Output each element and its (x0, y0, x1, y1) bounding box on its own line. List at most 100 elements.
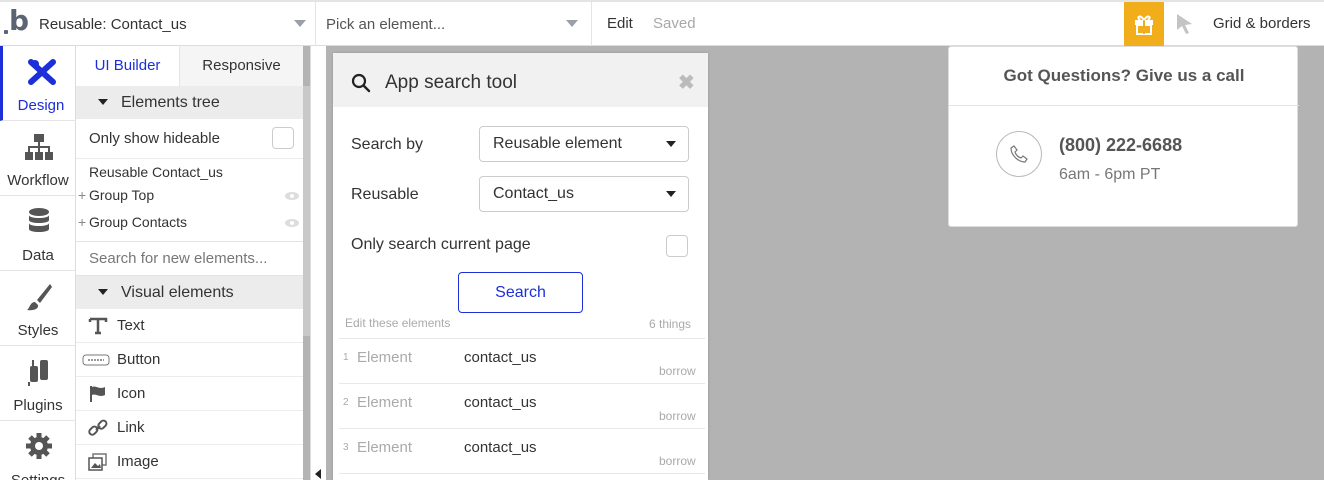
image-icon (88, 453, 107, 471)
tree-item-group-top[interactable]: Group Top (89, 187, 154, 203)
top-bar: b Reusable: Contact_us Pick an element..… (0, 0, 1324, 46)
search-tool-title: App search tool (385, 72, 518, 93)
database-icon (29, 208, 49, 232)
element-selector-value: Pick an element... (326, 15, 446, 33)
nav-styles-label: Styles (17, 322, 59, 339)
result-row[interactable]: 1 Element contact_us borrow (339, 338, 705, 383)
flag-icon (90, 386, 105, 402)
result-name[interactable]: contact_us (464, 439, 537, 456)
result-number: 1 (343, 352, 349, 363)
edit-menu[interactable]: Edit (607, 15, 633, 32)
eye-icon[interactable] (285, 192, 299, 200)
cursor-icon[interactable] (1174, 12, 1196, 36)
nav-workflow[interactable]: Workflow (0, 121, 76, 196)
result-type: Element (357, 394, 413, 411)
grid-borders-toggle[interactable]: Grid & borders (1213, 15, 1311, 32)
visual-element-label: Link (117, 419, 145, 436)
borrow-link[interactable]: borrow (659, 364, 696, 378)
bubble-logo[interactable]: b (3, 6, 29, 40)
collapse-panel-icon[interactable] (315, 469, 321, 479)
tab-responsive[interactable]: Responsive (180, 46, 303, 86)
result-count: 6 things (649, 317, 692, 331)
search-by-value: Reusable element (493, 135, 622, 152)
visual-element-label: Icon (117, 385, 146, 402)
workflow-icon (25, 134, 53, 160)
nav-data[interactable]: Data (0, 196, 76, 271)
result-row[interactable]: 3 Element contact_us borrow (339, 428, 705, 473)
nav-settings[interactable]: Settings (0, 421, 76, 480)
only-current-page-label: Only search current page (351, 236, 531, 253)
visual-element-label: Text (117, 317, 145, 334)
panel-tabs: UI Builder Responsive (76, 46, 303, 86)
design-icon (28, 59, 56, 85)
panel-scrollbar[interactable] (303, 86, 310, 336)
visual-element-button[interactable]: Button (76, 343, 303, 377)
help-popup: Got Questions? Give us a call (800) 222-… (948, 46, 1299, 227)
nav-design-label: Design (17, 97, 65, 114)
search-by-select[interactable]: Reusable element (479, 126, 689, 162)
visual-element-label: Image (117, 453, 159, 470)
visual-element-label: Button (117, 351, 161, 368)
elements-tree-header[interactable]: Elements tree (76, 86, 303, 119)
collapse-triangle-icon (98, 289, 108, 295)
panel-divider (310, 46, 326, 480)
left-nav: Design Workflow Data Styles Plugins (0, 46, 76, 480)
visual-element-link[interactable]: Link (76, 411, 303, 445)
element-selector[interactable]: Pick an element... (316, 2, 592, 46)
link-icon (88, 419, 108, 436)
tree-item-group-contacts[interactable]: Group Contacts (89, 214, 187, 230)
result-number: 3 (343, 442, 349, 453)
plug-icon (28, 360, 48, 386)
eye-icon[interactable] (285, 219, 299, 227)
expand-plus-icon[interactable]: + (78, 214, 86, 230)
reusable-value: Contact_us (493, 185, 574, 202)
page-selector[interactable]: Reusable: Contact_us (30, 2, 316, 46)
search-tool-header: App search tool ✖ (333, 53, 708, 107)
nav-styles[interactable]: Styles (0, 271, 76, 346)
nav-plugins[interactable]: Plugins (0, 346, 76, 421)
phone-number[interactable]: (800) 222-6688 (1059, 135, 1182, 156)
collapse-triangle-icon (98, 99, 108, 105)
borrow-link[interactable]: borrow (659, 454, 696, 468)
nav-data-label: Data (22, 247, 54, 264)
brush-icon (27, 284, 52, 311)
tree-item-reusable[interactable]: Reusable Contact_us (89, 164, 223, 180)
gift-icon (1135, 15, 1153, 35)
close-icon[interactable]: ✖ (678, 70, 695, 95)
search-button[interactable]: Search (458, 272, 583, 313)
result-type: Element (357, 439, 413, 456)
visual-element-text[interactable]: Text (76, 309, 303, 343)
chevron-down-icon (294, 20, 306, 27)
visual-elements-header[interactable]: Visual elements (76, 276, 303, 309)
elements-panel: UI Builder Responsive Elements tree Only… (76, 46, 303, 480)
borrow-link[interactable]: borrow (659, 409, 696, 423)
search-elements-input[interactable]: Search for new elements... (76, 241, 303, 276)
reusable-select[interactable]: Contact_us (479, 176, 689, 212)
reusable-label: Reusable (351, 186, 419, 203)
expand-plus-icon[interactable]: + (78, 187, 86, 203)
nav-plugins-label: Plugins (13, 397, 63, 414)
nav-workflow-label: Workflow (7, 172, 69, 189)
only-hideable-checkbox[interactable] (272, 127, 294, 149)
result-name[interactable]: contact_us (464, 394, 537, 411)
result-row[interactable]: 2 Element contact_us borrow (339, 383, 705, 428)
visual-element-image[interactable]: Image (76, 445, 303, 479)
elements-tree-title: Elements tree (121, 94, 220, 111)
tab-ui-builder[interactable]: UI Builder (76, 46, 180, 86)
only-current-page-checkbox[interactable] (666, 235, 688, 257)
gift-button[interactable] (1124, 2, 1164, 46)
text-icon (88, 317, 108, 335)
chevron-down-icon (666, 191, 676, 197)
visual-element-icon[interactable]: Icon (76, 377, 303, 411)
only-hideable-row: Only show hideable (76, 119, 303, 159)
chevron-down-icon (666, 141, 676, 147)
chevron-down-icon (566, 20, 578, 27)
search-by-label: Search by (351, 136, 424, 153)
edit-these-label: Edit these elements (345, 316, 451, 330)
phone-icon (1010, 145, 1028, 163)
nav-design[interactable]: Design (0, 46, 76, 121)
result-name[interactable]: contact_us (464, 349, 537, 366)
help-title: Got Questions? Give us a call (1003, 66, 1245, 85)
result-type: Element (357, 349, 413, 366)
phone-icon-circle (996, 131, 1042, 177)
